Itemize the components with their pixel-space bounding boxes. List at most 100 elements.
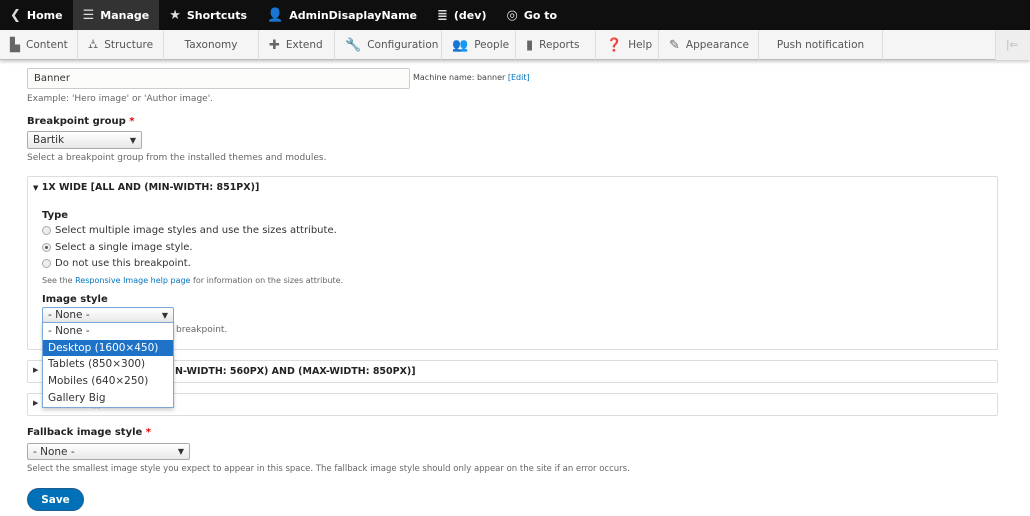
breakpoint-group-label: Breakpoint group * bbox=[27, 116, 135, 127]
menu-icon: ☰ bbox=[82, 7, 95, 23]
save-button[interactable]: Save bbox=[27, 488, 84, 511]
tray-label: Push notification bbox=[776, 39, 865, 51]
help-text: See the Responsive Image help page for i… bbox=[42, 276, 343, 285]
tray-label: Help bbox=[628, 39, 653, 51]
machine-name-edit-link[interactable]: [Edit] bbox=[508, 73, 530, 82]
machine-name: Machine name: banner [Edit] bbox=[413, 73, 530, 82]
star-icon: ★ bbox=[169, 7, 181, 23]
dropdown-option-highlighted[interactable]: Desktop (1600×450) bbox=[43, 339, 173, 357]
toolbar-manage[interactable]: ☰ Manage bbox=[72, 0, 160, 30]
admin-tray: ▙ Content ⛼ Structure Taxonomy ✚ Extend 🔧 Co… bbox=[0, 30, 1030, 60]
machine-name-text: Machine name: banner bbox=[413, 73, 506, 82]
details-1x-wide-summary[interactable]: ▼ 1x Wide [all and (min-width: 851px)] bbox=[33, 182, 259, 193]
triangle-right-icon: ▶ bbox=[33, 366, 39, 374]
tray-configuration[interactable]: 🔧 Configuration bbox=[335, 30, 442, 60]
tray-reports[interactable]: ▮ Reports bbox=[516, 30, 596, 60]
toolbar-manage-label: Manage bbox=[100, 8, 150, 22]
required-marker: * bbox=[129, 116, 135, 127]
responsive-image-help-link[interactable]: Responsive Image help page bbox=[75, 276, 190, 285]
tray-label: Extend bbox=[285, 39, 323, 51]
breakpoint-group-description: Select a breakpoint group from the insta… bbox=[27, 153, 327, 163]
toolbar-goto[interactable]: ◎ Go to bbox=[496, 0, 567, 30]
toolbar-shortcuts-label: Shortcuts bbox=[186, 8, 248, 22]
radio-no-breakpoint[interactable]: Do not use this breakpoint. bbox=[42, 258, 191, 269]
bar-chart-icon: ▮ bbox=[526, 37, 534, 53]
label-input[interactable]: Banner bbox=[27, 68, 410, 89]
people-icon: 👥 bbox=[452, 37, 469, 53]
tray-label: Configuration bbox=[367, 39, 439, 51]
radio-button-selected[interactable] bbox=[42, 243, 51, 252]
type-label: Type bbox=[42, 210, 69, 221]
help-icon: ❓ bbox=[606, 37, 623, 53]
toolbar-user-label: AdminDisaplayName bbox=[289, 8, 417, 22]
radio-single-style[interactable]: Select a single image style. bbox=[42, 242, 193, 253]
search-circle-icon: ◎ bbox=[506, 7, 518, 23]
dropdown-option[interactable]: Gallery Big bbox=[43, 389, 173, 406]
tray-help[interactable]: ❓ Help bbox=[596, 30, 659, 60]
image-style-select[interactable]: - None - ▼ bbox=[42, 307, 174, 323]
server-icon: ≣ bbox=[437, 7, 448, 23]
toolbar-home[interactable]: ❮ Home bbox=[0, 0, 73, 30]
chevron-down-icon: ▼ bbox=[129, 135, 136, 145]
fallback-label: Fallback image style * bbox=[27, 427, 151, 438]
tray-label: Content bbox=[26, 39, 68, 51]
radio-multiple-styles[interactable]: Select multiple image styles and use the… bbox=[42, 225, 337, 236]
dropdown-option[interactable]: Tablets (850×300) bbox=[43, 356, 173, 373]
breakpoint-group-value: Bartik bbox=[33, 134, 65, 146]
tray-content[interactable]: ▙ Content bbox=[0, 30, 78, 60]
required-marker: * bbox=[145, 427, 152, 438]
breakpoint-group-select[interactable]: Bartik ▼ bbox=[27, 131, 142, 149]
puzzle-icon: ✚ bbox=[269, 37, 280, 53]
fallback-select[interactable]: - None - ▼ bbox=[27, 443, 190, 460]
sitemap-icon: ⛼ bbox=[88, 36, 99, 52]
toolbar-goto-label: Go to bbox=[523, 8, 558, 22]
collapse-left-icon[interactable]: |⇐ bbox=[995, 30, 1030, 60]
admin-toolbar: ❮ Home ☰ Manage ★ Shortcuts 👤 AdminDisaplayN… bbox=[0, 0, 1030, 30]
radio-button[interactable] bbox=[42, 226, 51, 235]
chevron-down-icon: ▼ bbox=[161, 310, 168, 320]
brush-icon: ✎ bbox=[669, 37, 680, 53]
triangle-down-icon: ▼ bbox=[33, 184, 39, 192]
image-style-dropdown: - None - Desktop (1600×450) Tablets (850… bbox=[42, 322, 174, 408]
toolbar-environment[interactable]: ≣ (dev) bbox=[427, 0, 496, 30]
dropdown-option[interactable]: - None - bbox=[43, 323, 173, 340]
help-post: for information on the sizes attribute. bbox=[190, 276, 344, 285]
tray-label: Appearance bbox=[685, 39, 749, 51]
tray-extend[interactable]: ✚ Extend bbox=[259, 30, 335, 60]
file-icon: ▙ bbox=[10, 37, 20, 53]
tray-appearance[interactable]: ✎ Appearance bbox=[659, 30, 759, 60]
tray-people[interactable]: 👥 People bbox=[442, 30, 516, 60]
image-style-label: Image style bbox=[42, 294, 108, 305]
toolbar-shortcuts[interactable]: ★ Shortcuts bbox=[159, 0, 257, 30]
image-style-description: breakpoint. bbox=[176, 325, 228, 335]
tray-push-notification[interactable]: Push notification bbox=[759, 30, 883, 60]
radio-label: Select a single image style. bbox=[55, 242, 193, 253]
summary-text: 1x Wide [all and (min-width: 851px)] bbox=[41, 182, 260, 193]
fallback-value: - None - bbox=[33, 445, 75, 458]
toolbar-env-label: (dev) bbox=[453, 8, 487, 22]
toolbar-user[interactable]: 👤 AdminDisaplayName bbox=[257, 0, 427, 30]
radio-label: Do not use this breakpoint. bbox=[55, 258, 191, 269]
fallback-label-text: Fallback image style bbox=[27, 427, 143, 438]
tray-label: Reports bbox=[539, 39, 580, 51]
help-pre: See the bbox=[42, 276, 76, 285]
radio-button[interactable] bbox=[42, 259, 51, 268]
dropdown-option[interactable]: Mobiles (640×250) bbox=[43, 373, 173, 390]
label-input-value: Banner bbox=[34, 73, 70, 84]
tray-label: People bbox=[474, 39, 510, 51]
fallback-description: Select the smallest image style you expe… bbox=[27, 464, 630, 474]
radio-label: Select multiple image styles and use the… bbox=[55, 225, 337, 236]
label-description: Example: 'Hero image' or 'Author image'. bbox=[27, 94, 214, 104]
details-1x-narrow-summary[interactable]: N-WIDTH: 560PX) AND (MAX-WIDTH: 850PX)] bbox=[175, 366, 416, 377]
triangle-right-icon: ▶ bbox=[33, 399, 39, 407]
image-style-value: - None - bbox=[48, 309, 90, 321]
wrench-icon: 🔧 bbox=[345, 37, 362, 53]
tray-taxonomy[interactable]: Taxonomy bbox=[164, 30, 259, 60]
toolbar-home-label: Home bbox=[26, 8, 63, 22]
tray-label: Taxonomy bbox=[184, 39, 238, 51]
chevron-down-icon: ▼ bbox=[177, 447, 184, 456]
tray-structure[interactable]: ⛼ Structure bbox=[78, 30, 164, 60]
user-icon: 👤 bbox=[267, 7, 284, 23]
chevron-left-circle-icon: ❮ bbox=[10, 7, 21, 23]
breakpoint-group-label-text: Breakpoint group bbox=[27, 116, 126, 127]
